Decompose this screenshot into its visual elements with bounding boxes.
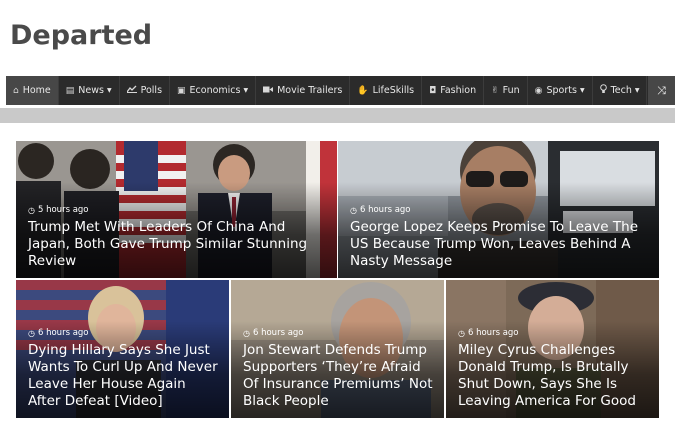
- caret-down-icon: ▼: [243, 87, 249, 94]
- shopping-bag-icon: ◘: [429, 85, 437, 96]
- article-caption: ◷ 6 hours ago Miley Cyrus Challenges Don…: [458, 328, 651, 410]
- nav-item-news[interactable]: ▤ News ▼: [59, 76, 120, 105]
- featured-article-5[interactable]: ◷ 6 hours ago Miley Cyrus Challenges Don…: [446, 280, 659, 418]
- clock-icon: ◷: [350, 205, 357, 215]
- featured-article-2[interactable]: ◷ 6 hours ago George Lopez Keeps Promise…: [338, 141, 659, 278]
- nav-item-fun[interactable]: ✌ Fun: [484, 76, 528, 105]
- article-timestamp: ◷ 5 hours ago: [28, 205, 89, 215]
- nav-label: Movie Trailers: [277, 85, 343, 96]
- nav-item-movie-trailers[interactable]: Movie Trailers: [256, 76, 351, 105]
- nav-label: Tech: [610, 85, 632, 96]
- caret-down-icon: ▼: [634, 87, 640, 94]
- nav-label: Fun: [502, 85, 520, 96]
- money-icon: ▣: [177, 85, 186, 96]
- clock-icon: ◷: [28, 328, 35, 338]
- nav-label: Home: [22, 85, 51, 96]
- article-caption: ◷ 5 hours ago Trump Met With Leaders Of …: [28, 205, 329, 270]
- hand-peace-icon: ✌: [491, 85, 499, 96]
- nav-label: Sports: [546, 85, 577, 96]
- nav-label: Economics: [189, 85, 241, 96]
- article-caption: ◷ 6 hours ago Jon Stewart Defends Trump …: [243, 328, 436, 410]
- article-caption: ◷ 6 hours ago George Lopez Keeps Promise…: [350, 205, 651, 270]
- nav-item-lifeskills[interactable]: ✋ LifeSkills: [350, 76, 423, 105]
- video-camera-icon: [263, 86, 274, 96]
- article-caption: ◷ 6 hours ago Dying Hillary Says She Jus…: [28, 328, 221, 410]
- home-icon: ⌂: [13, 85, 19, 96]
- site-header: Departed: [0, 0, 675, 72]
- nav-label: News: [78, 85, 104, 96]
- article-headline[interactable]: Miley Cyrus Challenges Donald Trump, Is …: [458, 342, 651, 410]
- site-title[interactable]: Departed: [10, 20, 152, 51]
- article-headline[interactable]: Dying Hillary Says She Just Wants To Cur…: [28, 342, 221, 410]
- clock-icon: ◷: [28, 205, 35, 215]
- lightbulb-icon: [599, 84, 607, 97]
- article-headline[interactable]: George Lopez Keeps Promise To Leave The …: [350, 219, 651, 270]
- main-navigation: ⌂ Home ▤ News ▼ Polls ▣ Economics ▼ Movi…: [6, 76, 675, 105]
- clock-icon: ◷: [243, 328, 250, 338]
- nav-item-polls[interactable]: Polls: [120, 76, 171, 105]
- article-timestamp: ◷ 6 hours ago: [28, 328, 89, 338]
- featured-article-4[interactable]: ◷ 6 hours ago Jon Stewart Defends Trump …: [231, 280, 444, 418]
- article-timestamp: ◷ 6 hours ago: [350, 205, 411, 215]
- nav-label: Polls: [140, 85, 163, 96]
- caret-down-icon: ▼: [579, 87, 585, 94]
- soccer-ball-icon: ◉: [534, 85, 543, 96]
- newspaper-icon: ▤: [65, 85, 75, 96]
- divider-bar: [0, 108, 675, 123]
- clock-icon: ◷: [458, 328, 465, 338]
- shuffle-icon: ⤨: [657, 83, 666, 97]
- article-headline[interactable]: Trump Met With Leaders Of China And Japa…: [28, 219, 329, 270]
- nav-label: Fashion: [440, 85, 477, 96]
- article-timestamp: ◷ 6 hours ago: [243, 328, 304, 338]
- line-chart-icon: [126, 85, 137, 96]
- article-timestamp: ◷ 6 hours ago: [458, 328, 519, 338]
- featured-article-3[interactable]: ◷ 6 hours ago Dying Hillary Says She Jus…: [16, 280, 229, 418]
- nav-label: LifeSkills: [372, 85, 415, 96]
- nav-item-fashion[interactable]: ◘ Fashion: [422, 76, 485, 105]
- article-headline[interactable]: Jon Stewart Defends Trump Supporters ‘Th…: [243, 342, 436, 410]
- nav-item-home[interactable]: ⌂ Home: [6, 76, 59, 105]
- nav-item-sports[interactable]: ◉ Sports ▼: [528, 76, 593, 105]
- caret-down-icon: ▼: [106, 87, 112, 94]
- nav-item-economics[interactable]: ▣ Economics ▼: [170, 76, 257, 105]
- nav-item-tech[interactable]: Tech ▼: [593, 76, 648, 105]
- hand-icon: ✋: [357, 85, 369, 96]
- featured-article-1[interactable]: ◷ 5 hours ago Trump Met With Leaders Of …: [16, 141, 337, 278]
- shuffle-button[interactable]: ⤨: [648, 76, 675, 105]
